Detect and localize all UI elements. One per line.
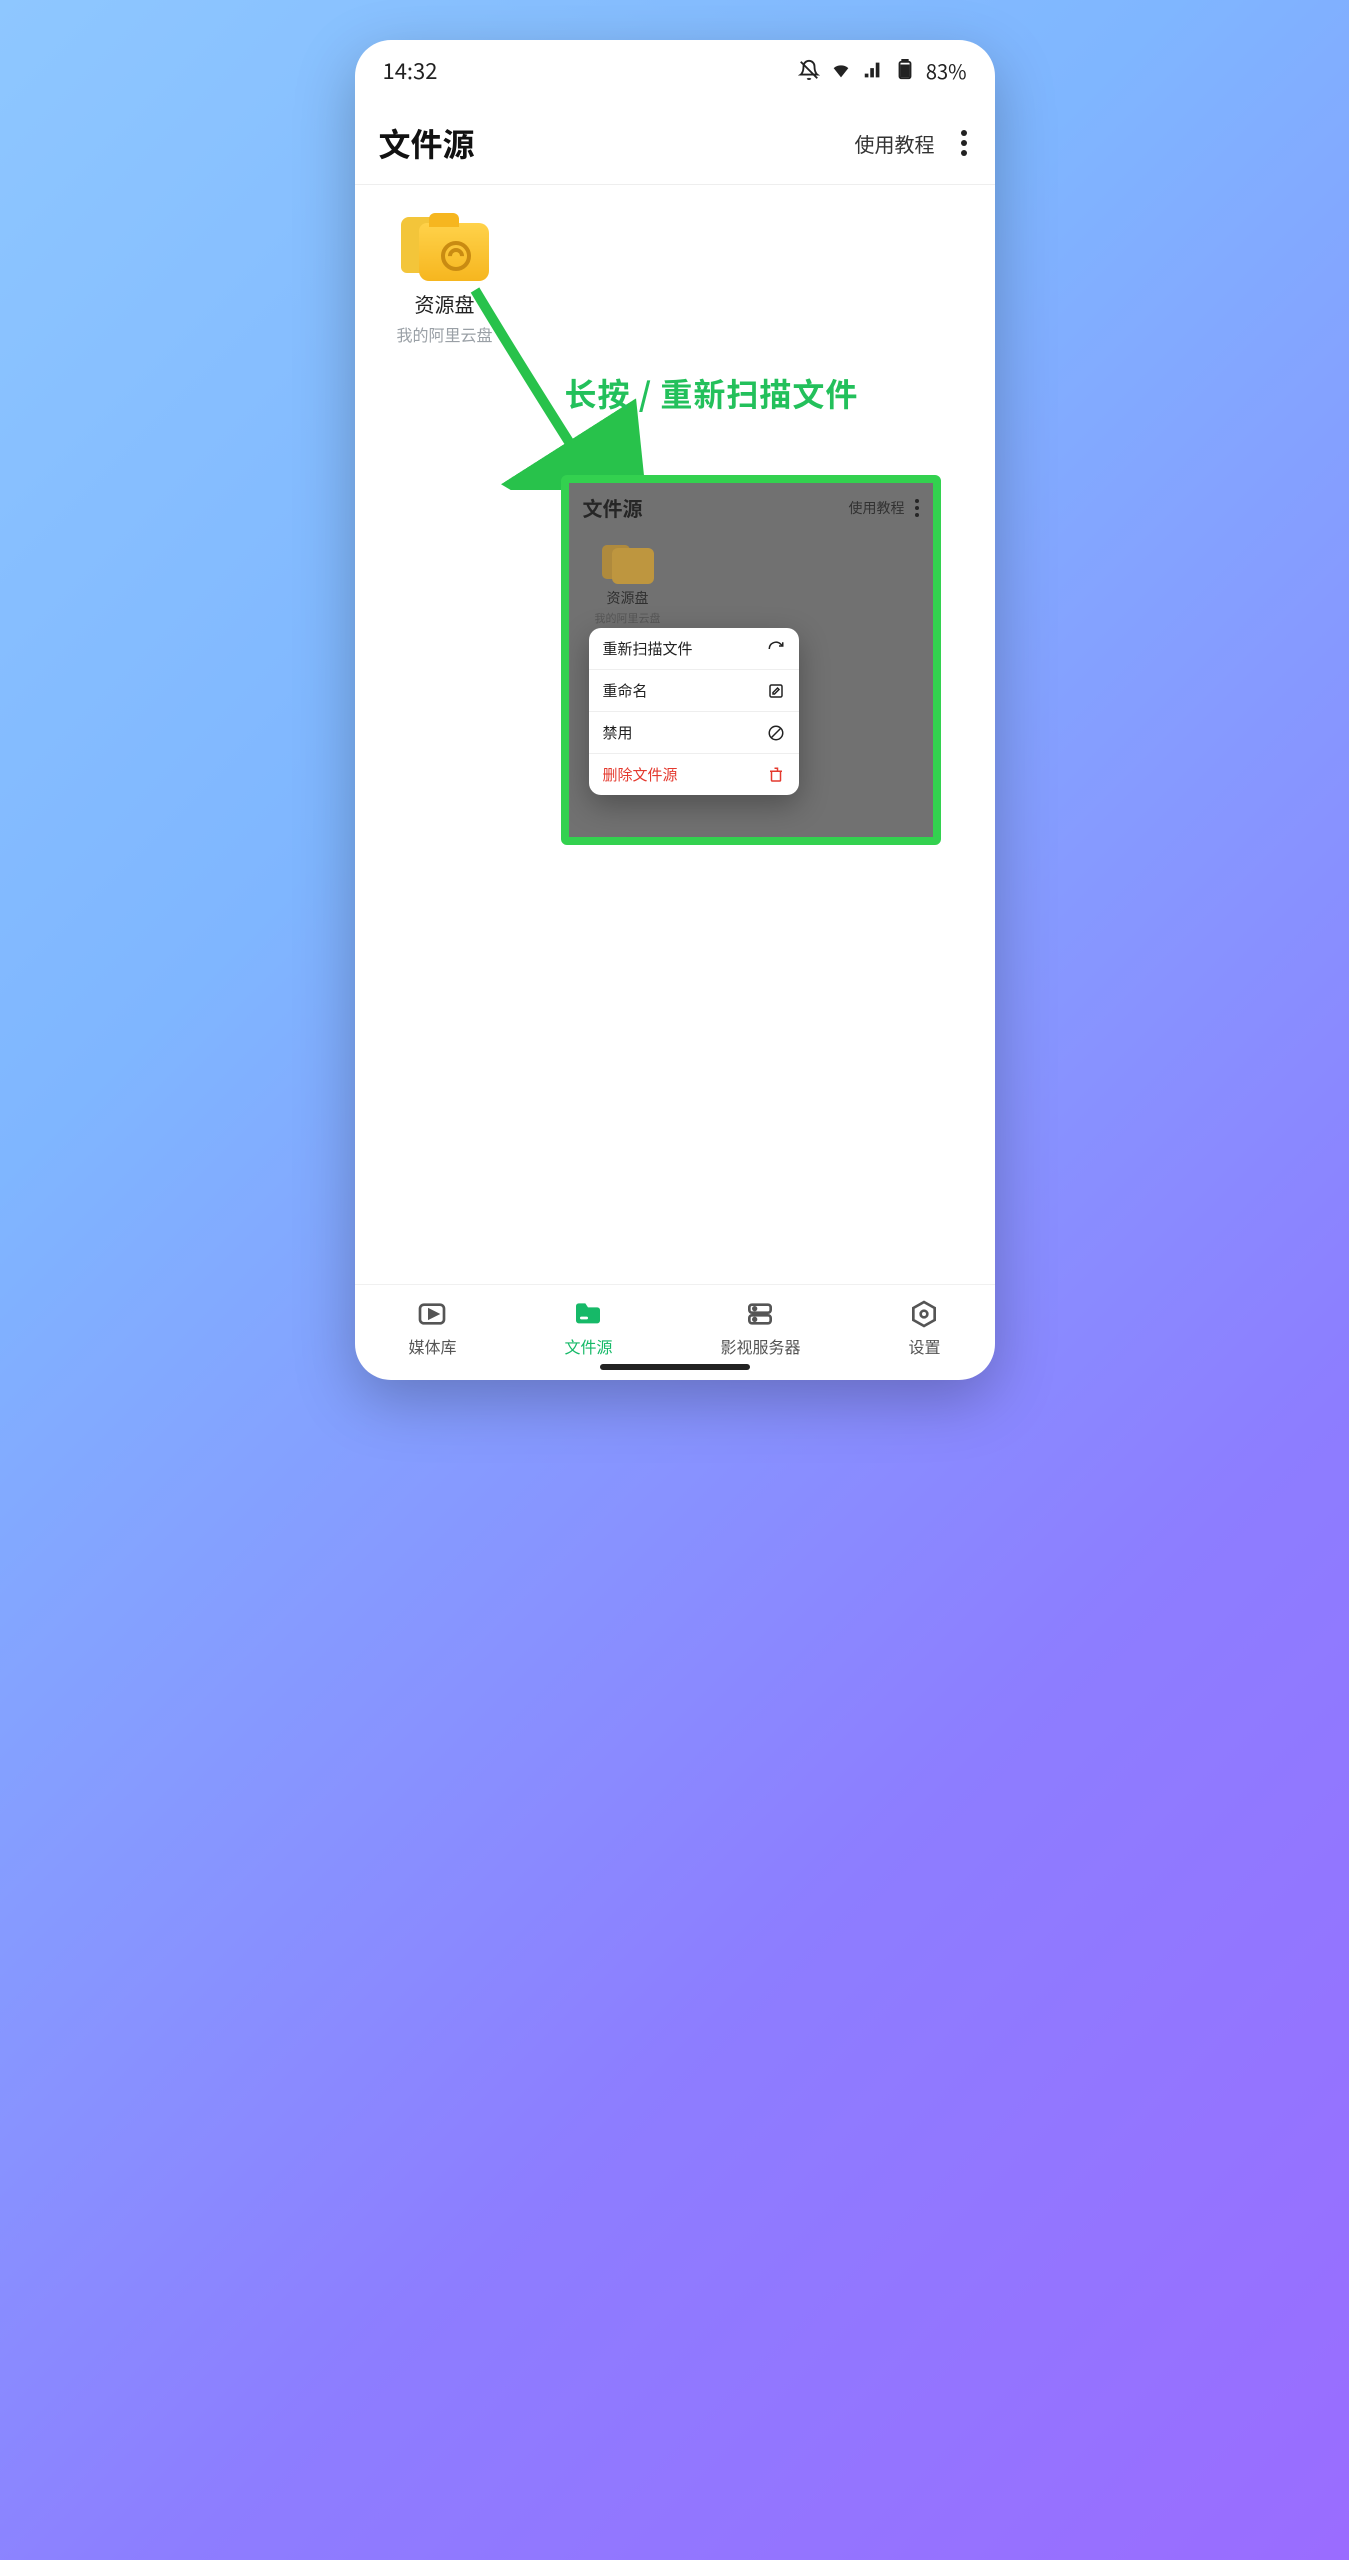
status-battery-text: 83% xyxy=(926,56,967,85)
server-icon xyxy=(744,1298,776,1330)
bell-off-icon xyxy=(798,59,820,81)
nav-servers-label: 影视服务器 xyxy=(720,1334,800,1358)
home-indicator xyxy=(600,1364,750,1370)
wifi-icon xyxy=(830,59,852,81)
menu-rename-label: 重命名 xyxy=(603,680,648,701)
menu-rename[interactable]: 重命名 xyxy=(589,670,799,712)
content-area: 资源盘 我的阿里云盘 长按 / 重新扫描文件 文件源 使用教程 xyxy=(355,185,995,1284)
more-menu-icon[interactable] xyxy=(957,124,971,162)
nav-settings-label: 设置 xyxy=(908,1334,940,1358)
nav-sources-label: 文件源 xyxy=(564,1334,612,1358)
folder-subtitle: 我的阿里云盘 xyxy=(375,322,515,346)
file-source-item[interactable]: 资源盘 我的阿里云盘 xyxy=(375,209,515,346)
inset-longpress-preview: 文件源 使用教程 资源盘 我的阿里云盘 重新扫描文件 xyxy=(561,475,941,845)
battery-icon xyxy=(894,59,916,81)
menu-rescan-label: 重新扫描文件 xyxy=(603,638,693,659)
menu-disable-label: 禁用 xyxy=(603,722,633,743)
nav-sources[interactable]: 文件源 xyxy=(564,1298,612,1358)
menu-delete-label: 删除文件源 xyxy=(603,764,678,785)
settings-hex-icon xyxy=(908,1298,940,1330)
folder-title: 资源盘 xyxy=(375,289,515,318)
page-header: 文件源 使用教程 xyxy=(355,100,995,185)
page-title: 文件源 xyxy=(379,120,475,166)
menu-delete[interactable]: 删除文件源 xyxy=(589,754,799,795)
refresh-icon xyxy=(767,640,785,658)
nav-library-label: 媒体库 xyxy=(408,1334,456,1358)
edit-icon xyxy=(767,682,785,700)
phone-frame: 14:32 83% 文件源 使用教程 资源盘 我的阿里云盘 xyxy=(355,40,995,1380)
menu-disable[interactable]: 禁用 xyxy=(589,712,799,754)
menu-rescan[interactable]: 重新扫描文件 xyxy=(589,628,799,670)
trash-icon xyxy=(767,766,785,784)
annotation-label: 长按 / 重新扫描文件 xyxy=(565,370,859,416)
status-time: 14:32 xyxy=(383,54,438,86)
status-bar: 14:32 83% xyxy=(355,40,995,100)
folder-nav-icon xyxy=(572,1298,604,1330)
nav-library[interactable]: 媒体库 xyxy=(408,1298,456,1358)
status-icons: 83% xyxy=(798,56,967,85)
signal-icon xyxy=(862,59,884,81)
nav-settings[interactable]: 设置 xyxy=(908,1298,940,1358)
ban-icon xyxy=(767,724,785,742)
nav-servers[interactable]: 影视服务器 xyxy=(720,1298,800,1358)
context-menu: 重新扫描文件 重命名 禁用 删除文件源 xyxy=(589,628,799,795)
play-square-icon xyxy=(416,1298,448,1330)
folder-icon xyxy=(401,209,489,281)
tutorial-link[interactable]: 使用教程 xyxy=(855,129,935,158)
